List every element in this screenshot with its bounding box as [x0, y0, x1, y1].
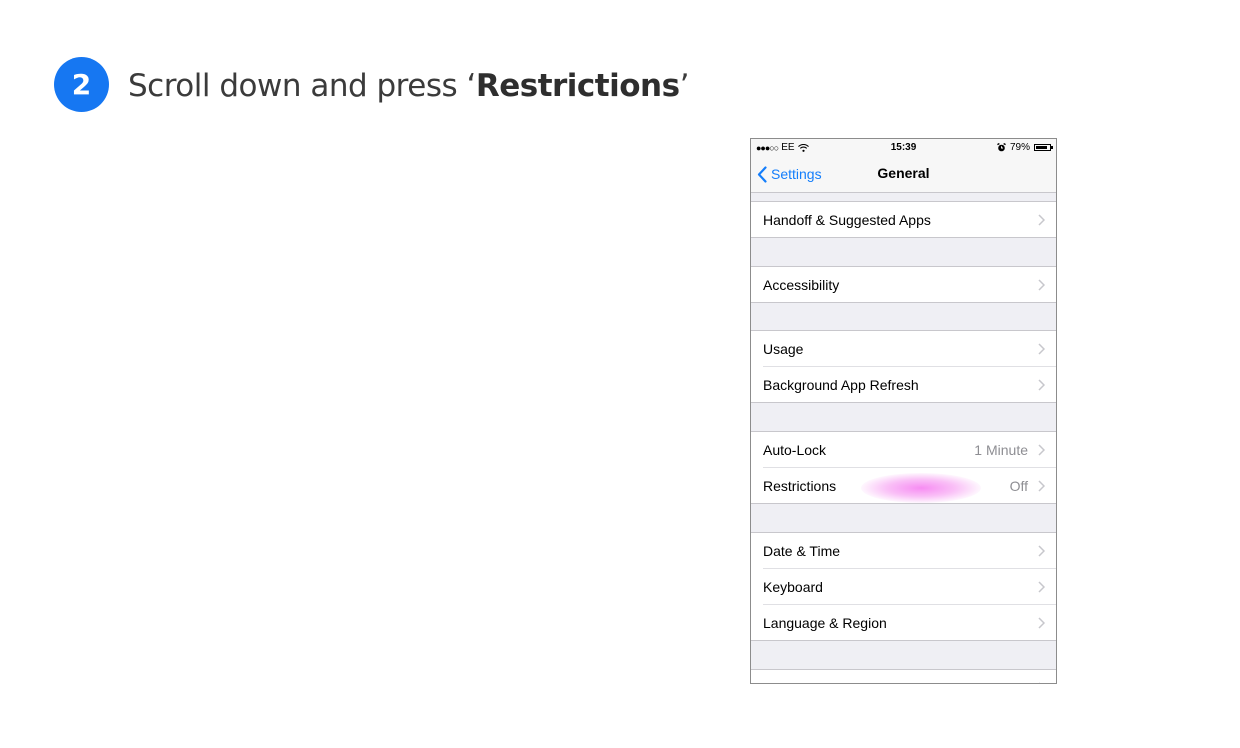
instruction-text: Scroll down and press ‘ — [128, 68, 476, 104]
chevron-right-icon — [1038, 343, 1045, 355]
tap-highlight — [861, 473, 981, 503]
page-title: General — [877, 165, 930, 181]
chevron-right-icon — [1039, 682, 1041, 683]
status-bar: ●●●○○ EE 15:39 79% — [751, 139, 1056, 157]
chevron-right-icon — [1038, 278, 1045, 291]
chevron-right-icon — [1038, 213, 1045, 226]
row-label: Accessibility — [763, 276, 840, 293]
settings-row-handoff[interactable]: Handoff & Suggested Apps — [751, 201, 1056, 238]
row-label: Auto-Lock — [763, 442, 827, 458]
settings-row-restrictions[interactable]: Restrictions Off — [751, 468, 1056, 504]
chevron-right-icon — [1038, 616, 1045, 629]
settings-row-usage[interactable]: Usage — [751, 330, 1056, 367]
row-value: Off — [1009, 477, 1028, 494]
chevron-right-icon — [1038, 581, 1045, 593]
settings-row-accessibility[interactable]: Accessibility — [751, 266, 1056, 303]
chevron-right-icon — [1038, 378, 1045, 391]
settings-row-keyboard[interactable]: Keyboard — [751, 569, 1056, 605]
chevron-right-icon — [1038, 479, 1045, 492]
row-label: Usage — [763, 341, 804, 357]
settings-row-auto-lock[interactable]: Auto-Lock 1 Minute — [751, 431, 1056, 468]
settings-row-language-region[interactable]: Language & Region — [751, 605, 1056, 641]
navigation-bar: Settings General — [751, 157, 1056, 193]
instruction-closing-quote: ’ — [679, 68, 690, 104]
row-label: Keyboard — [763, 579, 823, 595]
instruction-heading: Scroll down and press ‘Restrictions’ — [128, 66, 689, 106]
step-number: 2 — [71, 68, 92, 101]
row-label: Language & Region — [763, 614, 887, 631]
status-right: 79% — [997, 142, 1053, 153]
phone-screenshot: ●●●○○ EE 15:39 79% Settings General Hand… — [750, 138, 1057, 684]
step-number-badge: 2 — [54, 57, 109, 112]
row-label: Handoff & Suggested Apps — [763, 211, 931, 228]
row-label: Restrictions — [763, 477, 837, 494]
row-label: Date & Time — [763, 543, 841, 559]
settings-row-partial[interactable] — [751, 669, 1056, 683]
row-value: 1 Minute — [974, 442, 1028, 458]
instruction-emphasis: Restrictions — [475, 68, 680, 104]
settings-row-date-time[interactable]: Date & Time — [751, 532, 1056, 569]
chevron-right-icon — [1038, 444, 1045, 456]
battery-icon — [1034, 144, 1053, 151]
battery-percentage: 79% — [1009, 142, 1030, 153]
row-label: Background App Refresh — [763, 376, 919, 393]
settings-row-background-app-refresh[interactable]: Background App Refresh — [751, 367, 1056, 403]
chevron-right-icon — [1038, 545, 1045, 557]
alarm-icon — [997, 143, 1006, 152]
